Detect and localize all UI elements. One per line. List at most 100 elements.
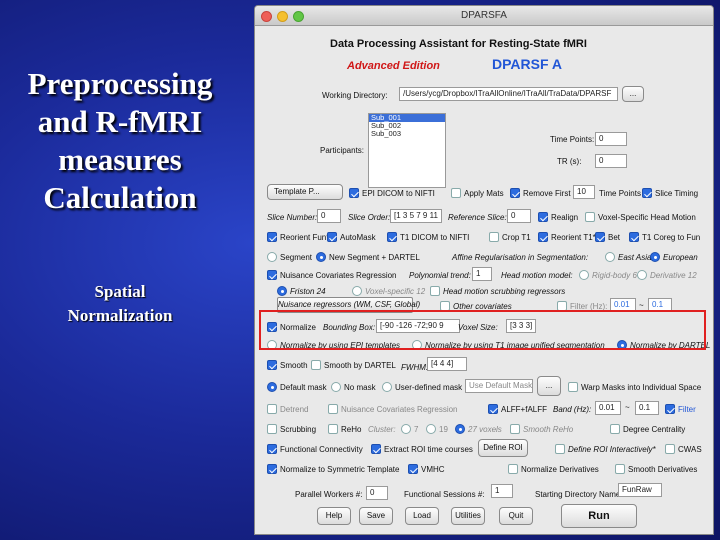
slice-order-field[interactable]: [1 3 5 7 9 11 — [390, 209, 442, 223]
functional-connectivity-label: Functional Connectivity — [280, 445, 363, 454]
european-radio[interactable] — [650, 252, 660, 262]
detrend-checkbox[interactable] — [267, 404, 277, 414]
automask-checkbox[interactable] — [327, 232, 337, 242]
alff-checkbox[interactable] — [488, 404, 498, 414]
slice-timing-label: Slice Timing — [655, 189, 699, 198]
band-high-field[interactable]: 0.1 — [635, 401, 659, 415]
smooth-checkbox[interactable] — [267, 360, 277, 370]
scrubbing-regressors-checkbox[interactable] — [430, 286, 440, 296]
functional-sessions-field[interactable]: 1 — [491, 484, 513, 498]
friston-24-radio[interactable] — [277, 286, 287, 296]
degree-centrality-checkbox[interactable] — [610, 424, 620, 434]
define-roi-button[interactable]: Define ROI — [478, 439, 528, 457]
working-directory-field[interactable]: /Users/ycg/Dropbox/ITraAllOnline/ITraAll… — [399, 87, 618, 101]
filter-label: Filter (Hz): — [570, 302, 608, 311]
help-button[interactable]: Help — [317, 507, 351, 525]
remove-first-field[interactable]: 10 — [573, 185, 595, 199]
reference-slice-field[interactable]: 0 — [507, 209, 531, 223]
normalize-symmetric-checkbox[interactable] — [267, 464, 277, 474]
derivative-label: Derivative 12 — [650, 271, 697, 280]
define-roi-interactive-checkbox[interactable] — [555, 444, 565, 454]
functional-connectivity-checkbox[interactable] — [267, 444, 277, 454]
new-segment-dartel-radio[interactable] — [316, 252, 326, 262]
run-button[interactable]: Run — [561, 504, 637, 528]
voxel-size-field[interactable]: [3 3 3] — [506, 319, 536, 333]
quit-button[interactable]: Quit — [499, 507, 533, 525]
normalize-t1-radio[interactable] — [412, 340, 422, 350]
user-mask-radio[interactable] — [382, 382, 392, 392]
list-item[interactable]: Sub_003 — [369, 130, 445, 138]
brand-logo: DPARSF A — [492, 56, 562, 72]
scrubbing-checkbox[interactable] — [267, 424, 277, 434]
t1-dicom-checkbox[interactable] — [387, 232, 397, 242]
reorient-fun-checkbox[interactable] — [267, 232, 277, 242]
normalize-epi-radio[interactable] — [267, 340, 277, 350]
polynomial-trend-field[interactable]: 1 — [472, 267, 492, 281]
warp-masks-checkbox[interactable] — [568, 382, 578, 392]
other-covariates-checkbox[interactable] — [440, 301, 450, 311]
voxel-specific-radio[interactable] — [352, 286, 362, 296]
extract-roi-checkbox[interactable] — [371, 444, 381, 454]
east-asian-radio[interactable] — [605, 252, 615, 262]
remove-first-checkbox[interactable] — [510, 188, 520, 198]
filter-high-field[interactable]: 0.1 — [648, 298, 672, 312]
save-button[interactable]: Save — [359, 507, 393, 525]
tr-field[interactable]: 0 — [595, 154, 627, 168]
rigid-body-radio[interactable] — [579, 270, 589, 280]
reference-slice-label: Reference Slice: — [448, 213, 507, 222]
t1-coreg-label: T1 Coreg to Fun — [642, 233, 701, 242]
normalize-checkbox[interactable] — [267, 322, 277, 332]
template-select[interactable]: Template P... — [267, 184, 343, 200]
starting-directory-field[interactable]: FunRaw — [618, 483, 662, 497]
reho-checkbox[interactable] — [328, 424, 338, 434]
t1-coreg-checkbox[interactable] — [629, 232, 639, 242]
filter-checkbox[interactable] — [557, 301, 567, 311]
working-directory-browse-button[interactable]: ... — [622, 86, 644, 102]
nuisance-regression-checkbox[interactable] — [267, 270, 277, 280]
slice-number-field[interactable]: 0 — [317, 209, 341, 223]
mask-path-field[interactable]: Use Default Mask — [465, 379, 533, 393]
fwhm-field[interactable]: [4 4 4] — [427, 357, 467, 371]
time-points-field[interactable]: 0 — [595, 132, 627, 146]
bet-checkbox[interactable] — [595, 232, 605, 242]
cwas-checkbox[interactable] — [665, 444, 675, 454]
realign-checkbox[interactable] — [538, 212, 548, 222]
mask-browse-button[interactable]: ... — [537, 376, 561, 396]
cluster-19-radio[interactable] — [426, 424, 436, 434]
filter-low-field[interactable]: 0.01 — [610, 298, 636, 312]
participants-label: Participants: — [320, 146, 365, 155]
epi-dicom-checkbox[interactable] — [349, 188, 359, 198]
vmhc-label: VMHC — [421, 465, 445, 474]
no-mask-label: No mask — [344, 383, 376, 392]
smooth-reho-checkbox[interactable] — [510, 424, 520, 434]
default-mask-radio[interactable] — [267, 382, 277, 392]
cluster-7-radio[interactable] — [401, 424, 411, 434]
voxel-head-motion-checkbox[interactable] — [585, 212, 595, 222]
participants-list[interactable]: Sub_001 Sub_002 Sub_003 — [368, 113, 446, 188]
apply-mats-checkbox[interactable] — [451, 188, 461, 198]
parallel-workers-field[interactable]: 0 — [366, 486, 388, 500]
slice-timing-checkbox[interactable] — [642, 188, 652, 198]
utilities-button[interactable]: Utilities — [451, 507, 485, 525]
segment-radio[interactable] — [267, 252, 277, 262]
normalize-dartel-label: Normalize by DARTEL — [630, 341, 711, 350]
no-mask-radio[interactable] — [331, 382, 341, 392]
alff-filter-checkbox[interactable] — [665, 404, 675, 414]
bounding-box-field[interactable]: [-90 -126 -72;90 9 — [376, 319, 460, 333]
derivative-radio[interactable] — [637, 270, 647, 280]
nuisance-regressors-button[interactable]: Nuisance regressors (WM, CSF, Global) — [277, 297, 420, 313]
load-button[interactable]: Load — [405, 507, 439, 525]
normalize-dartel-radio[interactable] — [617, 340, 627, 350]
nuisance-regression-2-checkbox[interactable] — [328, 404, 338, 414]
crop-t1-checkbox[interactable] — [489, 232, 499, 242]
slide-title-line: and R-fMRI — [37, 104, 203, 139]
reorient-t1-checkbox[interactable] — [538, 232, 548, 242]
voxel-size-label: Voxel Size: — [458, 323, 498, 332]
vmhc-checkbox[interactable] — [408, 464, 418, 474]
smooth-derivatives-checkbox[interactable] — [615, 464, 625, 474]
band-low-field[interactable]: 0.01 — [595, 401, 621, 415]
normalize-derivatives-checkbox[interactable] — [508, 464, 518, 474]
smooth-dartel-checkbox[interactable] — [311, 360, 321, 370]
cluster-27-radio[interactable] — [455, 424, 465, 434]
fwhm-label: FWHM: — [401, 363, 429, 372]
